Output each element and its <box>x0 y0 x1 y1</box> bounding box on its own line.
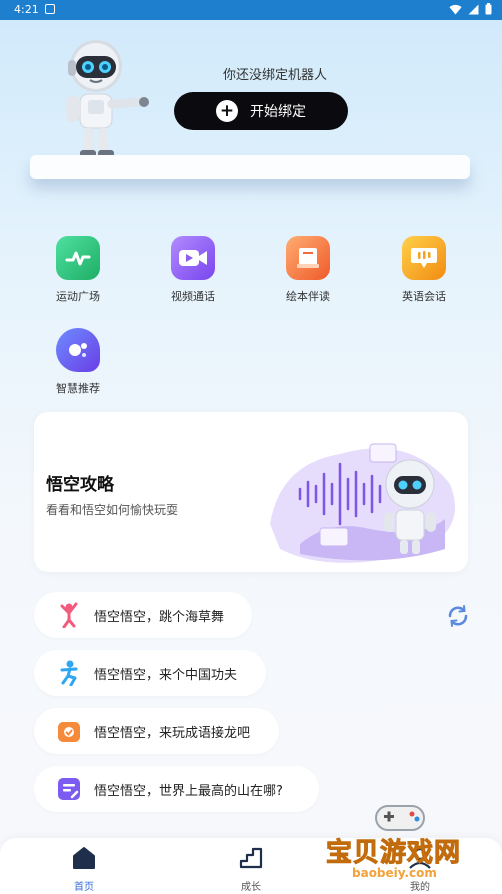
feature-video-call[interactable]: 视频通话 <box>143 236 243 304</box>
command-suggestion[interactable]: 悟空悟空，跳个海草舞 <box>34 592 252 638</box>
command-text: 悟空悟空，来玩成语接龙吧 <box>94 725 251 741</box>
command-suggestion[interactable]: 悟空悟空，来个中国功夫 <box>34 650 266 696</box>
tab-home[interactable]: 首页 <box>44 846 124 893</box>
robot-stage-shelf <box>30 155 470 179</box>
command-text: 悟空悟空，来个中国功夫 <box>94 667 238 683</box>
dance-icon <box>56 602 82 628</box>
chat-icon <box>402 236 446 280</box>
feature-picture-book[interactable]: 绘本伴读 <box>258 236 358 304</box>
status-icons <box>449 3 492 15</box>
growth-icon <box>239 847 263 869</box>
feature-label: 视频通话 <box>171 290 215 303</box>
home-icon <box>73 847 95 869</box>
guide-title: 悟空攻略 <box>46 475 114 495</box>
start-binding-button[interactable]: + 开始绑定 <box>174 92 348 130</box>
start-binding-label: 开始绑定 <box>250 104 306 120</box>
status-bar: 4:21 <box>0 0 502 20</box>
tab-label: 成长 <box>241 882 261 893</box>
feature-label: 英语会话 <box>402 290 446 303</box>
plus-icon: + <box>216 100 238 122</box>
gamepad-icon <box>375 805 425 831</box>
tab-growth[interactable]: 成长 <box>211 846 291 893</box>
status-time: 4:21 <box>14 3 39 16</box>
smart-recommend-icon <box>56 328 100 372</box>
signal-icon <box>468 4 479 14</box>
watermark-text: 宝贝游戏网 <box>325 838 462 869</box>
video-call-icon <box>171 236 215 280</box>
unbound-hint: 你还没绑定机器人 <box>222 68 327 83</box>
command-text: 悟空悟空，跳个海草舞 <box>94 609 225 625</box>
feature-smart-recommend[interactable]: 智慧推荐 <box>28 328 128 396</box>
feature-sports-square[interactable]: 运动广场 <box>28 236 128 304</box>
wukong-guide-card[interactable]: 悟空攻略 看看和悟空如何愉快玩耍 <box>34 412 468 572</box>
kungfu-icon <box>56 660 82 686</box>
command-suggestion[interactable]: 悟空悟空，来玩成语接龙吧 <box>34 708 279 754</box>
watermark-url: baobeiy.com <box>352 866 437 880</box>
refresh-icon[interactable] <box>446 604 470 628</box>
feature-english-chat[interactable]: 英语会话 <box>374 236 474 304</box>
tab-label: 首页 <box>74 882 94 893</box>
feature-label: 智慧推荐 <box>56 382 100 395</box>
command-text: 悟空悟空，世界上最高的山在哪? <box>94 783 283 799</box>
robot-illustration <box>66 40 149 158</box>
picture-book-icon <box>286 236 330 280</box>
guide-robot-illustration <box>270 443 455 563</box>
notification-icon <box>45 4 55 14</box>
activity-icon <box>56 236 100 280</box>
feature-label: 绘本伴读 <box>286 290 330 303</box>
battery-icon <box>485 3 492 15</box>
idiom-game-icon <box>56 718 82 744</box>
site-watermark-logo: 宝贝游戏网 baobeiy.com <box>318 800 498 890</box>
feature-label: 运动广场 <box>56 290 100 303</box>
wifi-icon <box>449 4 462 15</box>
question-icon <box>56 776 82 802</box>
command-suggestion[interactable]: 悟空悟空，世界上最高的山在哪? <box>34 766 319 812</box>
guide-subtitle: 看看和悟空如何愉快玩耍 <box>46 503 179 517</box>
